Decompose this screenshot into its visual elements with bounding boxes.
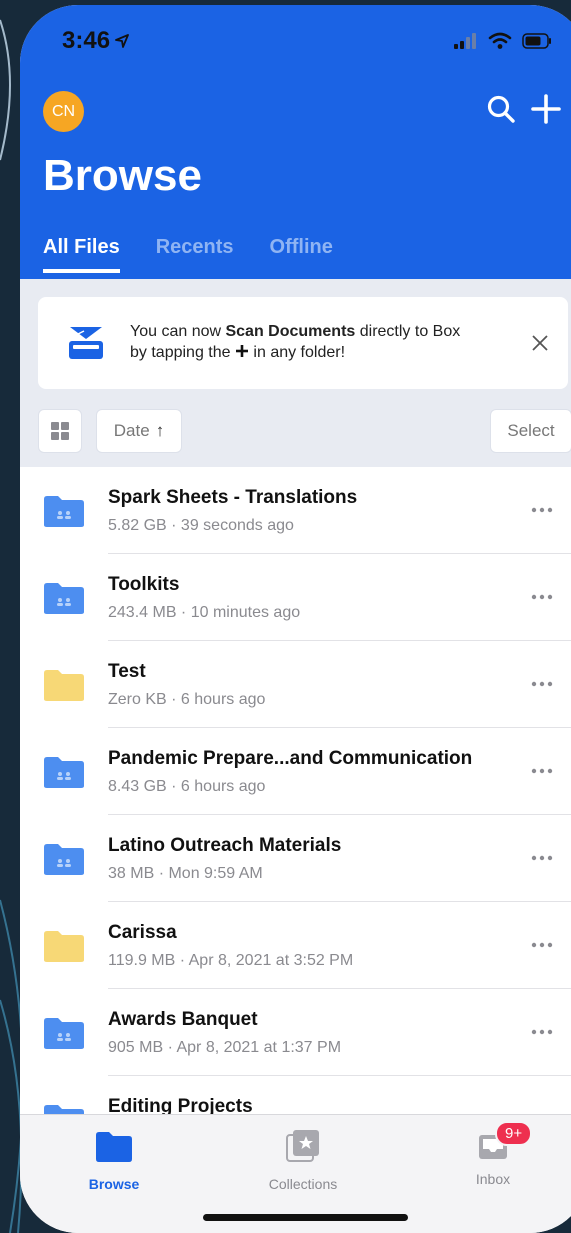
file-meta: 905 MB · Apr 8, 2021 at 1:37 PM bbox=[108, 1039, 342, 1056]
tabbar-label-collections: Collections bbox=[268, 1176, 338, 1192]
location-arrow-icon bbox=[115, 34, 129, 48]
file-list: Spark Sheets - Translations 5.82 GB · 39 … bbox=[20, 467, 571, 1163]
file-name: Spark Sheets - Translations bbox=[108, 487, 358, 508]
banner-text-bold: Scan Documents bbox=[225, 323, 356, 340]
add-button[interactable] bbox=[528, 91, 564, 127]
status-time: 3:46 bbox=[62, 27, 130, 55]
file-row[interactable]: Latino Outreach Materials 38 MB · Mon 9:5… bbox=[20, 815, 571, 902]
tabbar-item-collections[interactable]: Collections bbox=[243, 1129, 363, 1192]
avatar[interactable]: CN bbox=[43, 91, 84, 132]
home-indicator bbox=[203, 1214, 408, 1221]
status-icons bbox=[454, 32, 552, 50]
sort-arrow-icon: ↑ bbox=[155, 421, 165, 440]
close-icon[interactable] bbox=[528, 331, 552, 355]
file-row[interactable]: Carissa 119.9 MB · Apr 8, 2021 at 3:52 PM bbox=[20, 902, 571, 989]
banner-text-prefix: You can now bbox=[130, 323, 226, 340]
tab-all-files[interactable]: All Files bbox=[43, 236, 120, 273]
scanner-icon bbox=[69, 327, 103, 359]
file-meta: Zero KB · 6 hours ago bbox=[108, 691, 266, 708]
shared-folder-icon bbox=[44, 844, 84, 875]
inbox-icon-wrap: 9+ bbox=[473, 1121, 533, 1163]
banner-line2-prefix: by tapping the bbox=[130, 344, 235, 361]
collections-icon bbox=[286, 1130, 319, 1162]
more-options-icon[interactable] bbox=[528, 672, 556, 696]
cellular-signal-icon bbox=[454, 33, 476, 49]
file-row[interactable]: Awards Banquet 905 MB · Apr 8, 2021 at 1:… bbox=[20, 989, 571, 1076]
file-row[interactable]: Spark Sheets - Translations 5.82 GB · 39 … bbox=[20, 467, 571, 554]
grid-icon bbox=[51, 422, 69, 440]
search-button[interactable] bbox=[483, 91, 519, 127]
file-meta: 5.82 GB · 39 seconds ago bbox=[108, 517, 294, 534]
file-row[interactable]: Pandemic Prepare...and Communication 8.43… bbox=[20, 728, 571, 815]
file-name: Pandemic Prepare...and Communication bbox=[108, 748, 473, 769]
grid-view-button[interactable] bbox=[38, 409, 82, 453]
header: 3:46 CN Browse All Files Recents Offline bbox=[20, 5, 571, 279]
file-meta: 8.43 GB · 6 hours ago bbox=[108, 778, 266, 795]
folder-icon bbox=[96, 1132, 132, 1162]
file-meta: 243.4 MB · 10 minutes ago bbox=[108, 604, 301, 621]
scan-banner: You can now Scan Documents directly to B… bbox=[38, 297, 568, 389]
file-name: Toolkits bbox=[108, 574, 180, 595]
more-options-icon[interactable] bbox=[528, 498, 556, 522]
more-options-icon[interactable] bbox=[528, 759, 556, 783]
banner-line2-suffix: in any folder! bbox=[248, 344, 346, 361]
inbox-badge: 9+ bbox=[495, 1121, 533, 1146]
folder-icon bbox=[44, 670, 84, 701]
phone-screen: 3:46 CN Browse All Files Recents Offline… bbox=[20, 5, 571, 1233]
toolbar-area: You can now Scan Documents directly to B… bbox=[20, 279, 571, 467]
wifi-icon bbox=[488, 32, 512, 49]
page-title: Browse bbox=[43, 151, 202, 200]
tabbar-label-inbox: Inbox bbox=[475, 1171, 511, 1187]
shared-folder-icon bbox=[44, 1018, 84, 1049]
sort-label: Date bbox=[113, 421, 150, 440]
time-label: 3:46 bbox=[62, 27, 111, 54]
battery-icon bbox=[522, 33, 551, 49]
more-options-icon[interactable] bbox=[528, 846, 556, 870]
banner-text-suffix: directly to Box bbox=[355, 323, 461, 340]
file-meta: 38 MB · Mon 9:59 AM bbox=[108, 865, 263, 882]
file-row[interactable]: Test Zero KB · 6 hours ago bbox=[20, 641, 571, 728]
shared-folder-icon bbox=[44, 496, 84, 527]
file-meta: 119.9 MB · Apr 8, 2021 at 3:52 PM bbox=[108, 952, 354, 969]
avatar-initials: CN bbox=[51, 102, 76, 120]
plus-icon bbox=[531, 94, 561, 124]
more-options-icon[interactable] bbox=[528, 585, 556, 609]
sort-date-button[interactable]: Date ↑ bbox=[96, 409, 182, 453]
tabbar-item-inbox[interactable]: 9+ Inbox bbox=[433, 1121, 553, 1187]
banner-message: You can now Scan Documents directly to B… bbox=[130, 321, 530, 363]
plus-icon bbox=[235, 345, 248, 357]
file-row[interactable]: Toolkits 243.4 MB · 10 minutes ago bbox=[20, 554, 571, 641]
select-button[interactable]: Select bbox=[490, 409, 571, 453]
more-options-icon[interactable] bbox=[528, 1020, 556, 1044]
file-name: Awards Banquet bbox=[108, 1009, 258, 1030]
search-icon bbox=[487, 95, 515, 123]
more-options-icon[interactable] bbox=[528, 933, 556, 957]
tab-recents[interactable]: Recents bbox=[156, 236, 234, 271]
tab-offline[interactable]: Offline bbox=[270, 236, 333, 271]
tabbar-item-browse[interactable]: Browse bbox=[54, 1129, 174, 1192]
browse-tabs: All Files Recents Offline bbox=[43, 236, 333, 273]
shared-folder-icon bbox=[44, 583, 84, 614]
shared-folder-icon bbox=[44, 757, 84, 788]
file-name: Carissa bbox=[108, 922, 177, 943]
file-name: Test bbox=[108, 661, 146, 682]
file-name: Latino Outreach Materials bbox=[108, 835, 342, 856]
tabbar-label-browse: Browse bbox=[88, 1176, 140, 1192]
folder-icon bbox=[44, 931, 84, 962]
